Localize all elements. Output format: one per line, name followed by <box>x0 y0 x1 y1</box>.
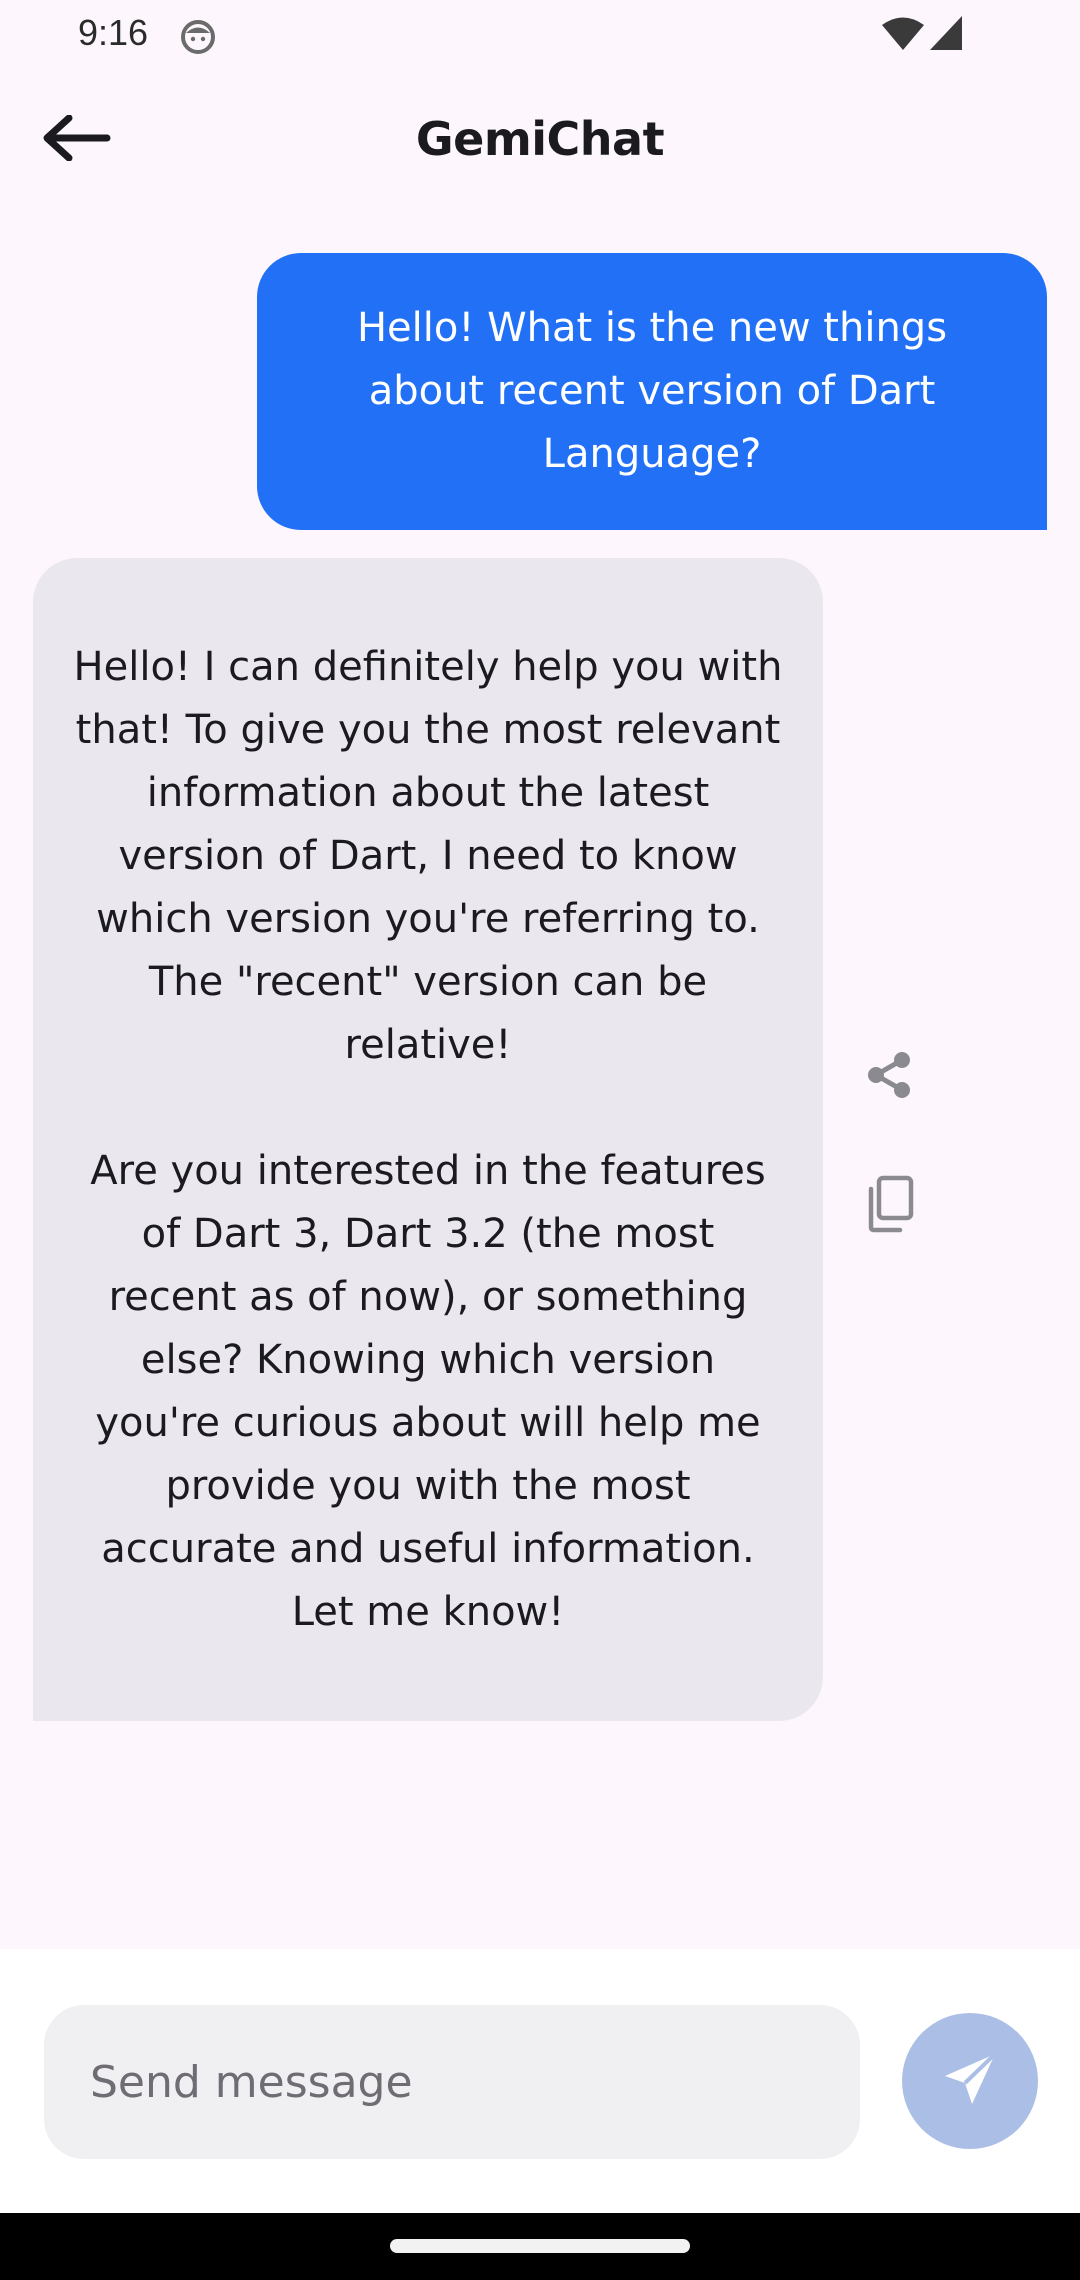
model-message-text: Hello! I can definitely help you with th… <box>73 643 783 1635</box>
page-title: GemiChat <box>415 112 665 166</box>
send-icon <box>940 2049 1000 2113</box>
navigation-bar <box>0 2213 1080 2280</box>
wifi-icon <box>880 16 926 52</box>
composer <box>0 1949 1080 2213</box>
home-gesture-handle[interactable] <box>390 2239 690 2253</box>
cell-signal-icon <box>928 14 964 52</box>
app-bar: GemiChat <box>0 68 1080 218</box>
status-bar: 9:16 <box>0 0 1080 68</box>
copy-button[interactable] <box>860 1175 916 1237</box>
user-message-text: Hello! What is the new things about rece… <box>356 305 948 477</box>
message-input[interactable] <box>44 2005 860 2159</box>
send-button[interactable] <box>902 2013 1038 2149</box>
user-message-bubble: Hello! What is the new things about rece… <box>257 253 1047 530</box>
copy-icon <box>862 1175 914 1237</box>
share-button[interactable] <box>862 1050 916 1104</box>
android-face-icon <box>178 16 218 56</box>
share-icon <box>864 1050 914 1104</box>
status-time: 9:16 <box>78 12 149 53</box>
model-message-bubble: Hello! I can definitely help you with th… <box>33 558 823 1721</box>
